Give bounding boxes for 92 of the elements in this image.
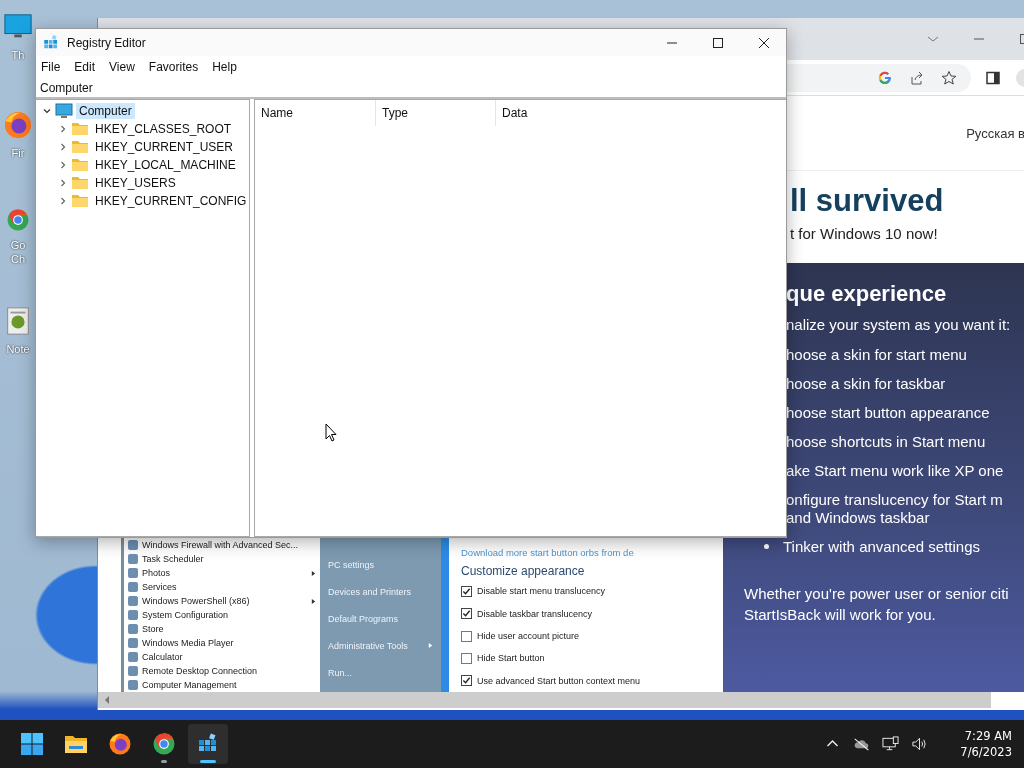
network-icon[interactable] [882, 736, 900, 752]
monitor-icon [55, 103, 73, 119]
checkbox[interactable] [461, 585, 472, 597]
folder-icon [71, 175, 89, 191]
start-menu-item[interactable]: Windows Media Player [142, 638, 316, 648]
icon-label: Th [11, 48, 25, 62]
taskbar-button[interactable] [188, 724, 228, 764]
page-heading: ll survived [790, 183, 945, 219]
submenu-arrow-icon [428, 643, 433, 648]
column-header[interactable]: Type [376, 100, 496, 126]
column-header[interactable]: Data [496, 100, 782, 126]
windows-start-icon[interactable] [20, 732, 44, 756]
checkbox[interactable] [461, 630, 472, 642]
feature-item: ake Start menu work like XP one [786, 462, 1005, 480]
chevron-right-icon[interactable] [58, 124, 68, 134]
tree-item[interactable]: Computer [76, 103, 135, 119]
option-label: Disable taskbar translucency [477, 608, 593, 619]
tree-item[interactable]: HKEY_USERS [92, 175, 179, 191]
tree-item[interactable]: HKEY_CURRENT_USER [92, 139, 237, 155]
feature-item: Tinker with anvanced settings [783, 538, 981, 555]
chevron-down-icon[interactable] [42, 106, 52, 116]
option-label: Use advanced Start button context menu [477, 675, 641, 686]
scroll-left-icon[interactable] [104, 696, 110, 704]
folder-icon [71, 157, 89, 173]
submenu-arrow-icon [311, 570, 316, 576]
side-panel-icon[interactable] [985, 69, 1001, 86]
mouse-pointer-icon [325, 423, 337, 442]
star-icon[interactable] [941, 69, 957, 86]
menu-item[interactable]: View [109, 60, 135, 74]
volume-icon[interactable] [911, 736, 929, 752]
close-icon[interactable] [758, 36, 770, 49]
start-menu-item[interactable]: Calculator [142, 652, 316, 662]
feature-item: hoose a skin for taskbar [786, 375, 947, 393]
start-menu-item[interactable]: Photos [142, 568, 307, 578]
start-menu-item[interactable]: System Configuration [142, 610, 316, 620]
icon-label: Note [6, 342, 30, 356]
icon-label: Go Ch [10, 238, 26, 266]
share-icon[interactable] [909, 69, 925, 86]
address-field[interactable]: Computer [36, 78, 786, 99]
start-menu-item[interactable]: Store [142, 624, 316, 634]
clock-time: 7:29 AM [964, 728, 1012, 744]
menu-item[interactable]: Help [212, 60, 237, 74]
column-header[interactable]: Name [255, 100, 376, 126]
google-g-icon[interactable] [877, 69, 893, 86]
checkbox[interactable] [461, 675, 472, 687]
clock-date: 7/6/2023 [960, 744, 1012, 760]
start-menu-item[interactable]: Services [142, 582, 316, 592]
menu-item[interactable]: Edit [74, 60, 96, 74]
menu-item[interactable]: Favorites [148, 60, 199, 74]
tree-item[interactable]: HKEY_LOCAL_MACHINE [92, 157, 239, 173]
closing-text: Whether you're power user or senior citi StartIsBack will work for you. [744, 584, 1010, 625]
chevron-right-icon[interactable] [58, 160, 68, 170]
start-menu-item[interactable]: Task Scheduler [142, 554, 316, 564]
folder-icon [71, 193, 89, 209]
feature-item: hoose start button appearance [786, 404, 991, 422]
feature-item: hoose a skin for start menu [786, 346, 968, 364]
language-link[interactable]: Русская в [966, 125, 1024, 141]
option-label: Hide user account picture [477, 631, 580, 641]
chevron-right-icon[interactable] [58, 142, 68, 152]
horizontal-scrollbar[interactable] [98, 692, 991, 710]
chevron-right-icon[interactable] [58, 196, 68, 206]
start-menu-item[interactable]: Remote Desktop Connection [142, 666, 316, 676]
tree-item[interactable]: HKEY_CLASSES_ROOT [92, 121, 235, 137]
feature-item: onfigure translucency for Start m and Windows taskbar [786, 491, 1004, 527]
clock[interactable]: 7:29 AM 7/6/2023 [960, 728, 1012, 760]
maximize-icon[interactable] [712, 36, 724, 49]
icon-label: Fir [11, 146, 25, 160]
feature-item: hoose shortcuts in Start menu [786, 433, 987, 451]
page-subheading: t for Windows 10 now! [790, 225, 939, 242]
tree-item[interactable]: HKEY_CURRENT_CONFIG [92, 193, 250, 209]
folder-icon [71, 121, 89, 137]
firefox-icon [108, 732, 132, 756]
section-heading: que experience [786, 281, 948, 307]
checkbox[interactable] [461, 652, 472, 664]
chevron-right-icon[interactable] [58, 178, 68, 188]
option-label: Hide Start button [477, 653, 545, 664]
option-label: Disable start menu translucency [477, 586, 606, 597]
firefox-icon [3, 110, 33, 140]
bullet-icon [764, 544, 769, 549]
window-title: Registry Editor [67, 35, 146, 50]
checkbox[interactable] [461, 608, 472, 620]
start-menu-item[interactable]: Windows Firewall with Advanced Sec... [142, 540, 316, 550]
orbs-link[interactable]: Download more start button orbs from de [461, 547, 723, 559]
submenu-arrow-icon [311, 598, 316, 604]
cloud-off-icon[interactable] [853, 736, 871, 752]
folder-icon [71, 139, 89, 155]
chrome-icon [152, 732, 176, 756]
section-title: Customize appearance [461, 564, 586, 579]
menu-item[interactable]: File [41, 60, 61, 74]
start-menu-item[interactable]: Computer Management [142, 680, 316, 690]
intro-text: nalize your system as you want it: [786, 316, 1012, 333]
start-menu-item[interactable]: Windows PowerShell (x86) [142, 596, 307, 606]
